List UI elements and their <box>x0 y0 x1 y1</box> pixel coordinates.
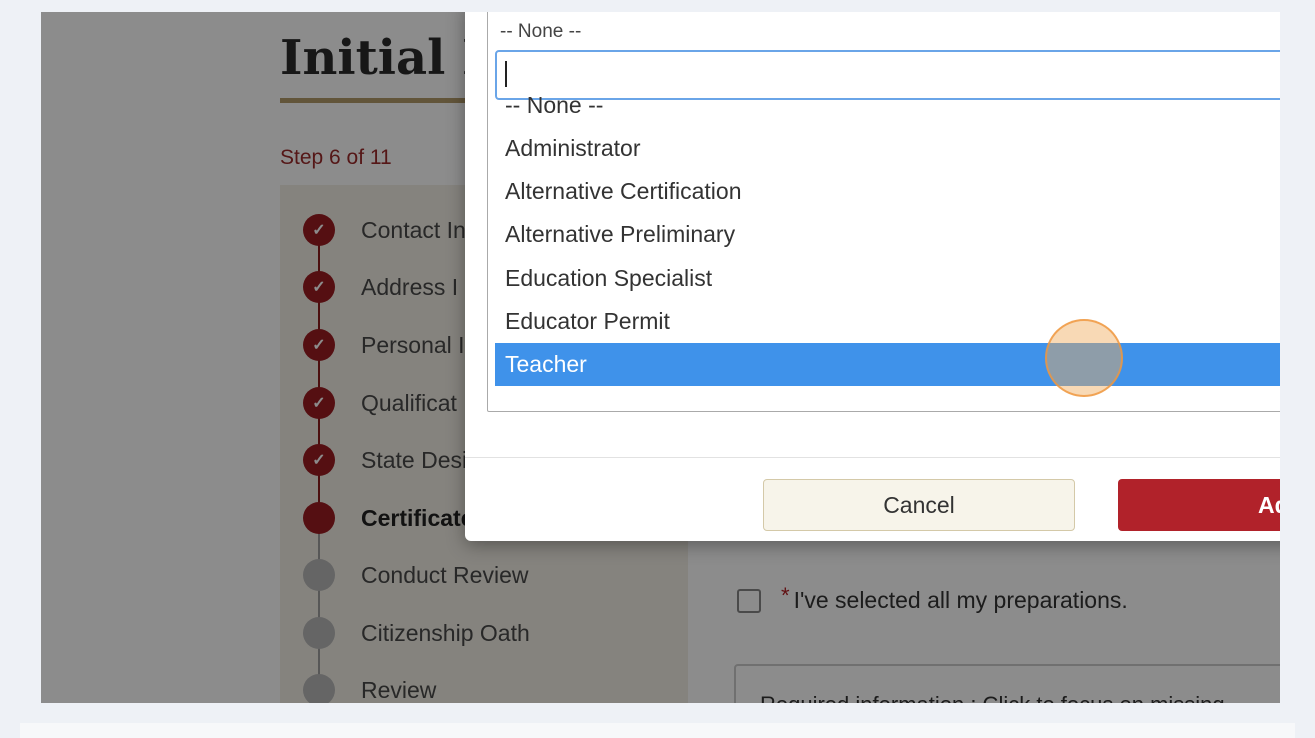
dropdown-option[interactable]: Administrator <box>495 127 1280 170</box>
modal-dialog: -- None -- -- None -- Administrator Alte… <box>465 12 1280 541</box>
dropdown-search-input[interactable] <box>495 50 1280 100</box>
modal-footer-divider <box>465 457 1280 458</box>
cancel-button[interactable]: Cancel <box>763 479 1075 531</box>
click-indicator <box>1045 319 1123 397</box>
dropdown-option[interactable]: Alternative Certification <box>495 170 1280 213</box>
dropdown-option-highlighted[interactable]: Teacher <box>495 343 1280 386</box>
text-caret <box>505 61 507 87</box>
preparation-type-dropdown[interactable]: -- None -- -- None -- Administrator Alte… <box>487 12 1280 412</box>
dropdown-option[interactable]: Alternative Preliminary <box>495 213 1280 256</box>
bottom-band <box>20 723 1295 738</box>
add-button[interactable]: Ad <box>1118 479 1280 531</box>
dropdown-option[interactable]: -- None -- <box>495 96 1280 127</box>
dropdown-option[interactable]: Education Specialist <box>495 257 1280 300</box>
dropdown-options-list: -- None -- Administrator Alternative Cer… <box>495 96 1280 390</box>
dropdown-selected-value[interactable]: -- None -- <box>500 21 581 43</box>
dropdown-option[interactable]: Educator Permit <box>495 300 1280 343</box>
app-frame: Initial E Step 6 of 11 ✓ Contact In ✓ Ad… <box>41 12 1280 703</box>
